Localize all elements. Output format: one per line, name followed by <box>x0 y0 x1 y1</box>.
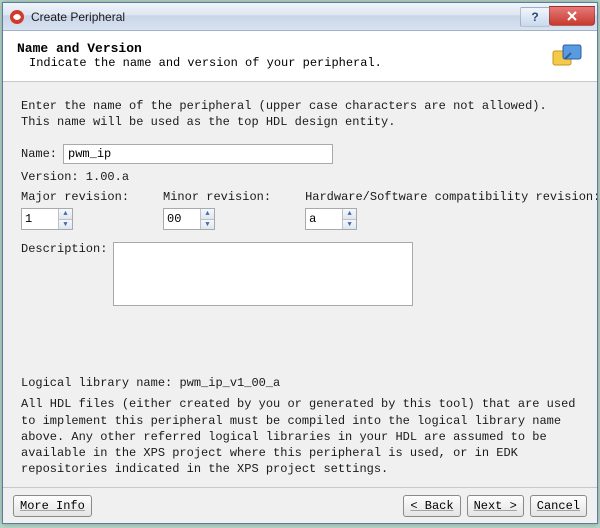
hwsw-input[interactable] <box>306 209 342 229</box>
library-name-label: Logical library name: <box>21 376 172 390</box>
close-button[interactable] <box>549 6 595 26</box>
wizard-icon <box>551 41 583 73</box>
hwsw-spinner[interactable]: ▲ ▼ <box>305 208 357 230</box>
help-button[interactable]: ? <box>520 7 550 27</box>
description-input[interactable] <box>113 242 413 306</box>
name-row: Name: <box>21 144 579 164</box>
minor-spinner[interactable]: ▲ ▼ <box>163 208 215 230</box>
library-name-value: pwm_ip_v1_00_a <box>179 376 280 390</box>
library-name-row: Logical library name: pwm_ip_v1_00_a <box>21 376 579 390</box>
button-bar: More Info < Back Next > Cancel <box>3 487 597 523</box>
description-label: Description: <box>21 242 107 256</box>
spinner-down-icon[interactable]: ▼ <box>201 220 214 230</box>
app-icon <box>9 9 25 25</box>
next-button[interactable]: Next > <box>467 495 524 517</box>
minor-input[interactable] <box>164 209 200 229</box>
title-bar: Create Peripheral ? <box>3 3 597 31</box>
version-text: Version: 1.00.a <box>21 170 579 184</box>
spinner-down-icon[interactable]: ▼ <box>343 220 356 230</box>
name-label: Name: <box>21 147 57 161</box>
major-input[interactable] <box>22 209 58 229</box>
wizard-header: Name and Version Indicate the name and v… <box>3 31 597 82</box>
revision-group: Major revision: ▲ ▼ Minor revision: ▲ ▼ <box>21 190 579 230</box>
library-description: All HDL files (either created by you or … <box>21 396 579 477</box>
spinner-up-icon[interactable]: ▲ <box>343 209 356 220</box>
major-spinner[interactable]: ▲ ▼ <box>21 208 73 230</box>
cancel-button[interactable]: Cancel <box>530 495 587 517</box>
name-input[interactable] <box>63 144 333 164</box>
intro-text: Enter the name of the peripheral (upper … <box>21 98 579 130</box>
window-title: Create Peripheral <box>31 10 521 24</box>
window-controls: ? <box>521 7 595 27</box>
spinner-up-icon[interactable]: ▲ <box>201 209 214 220</box>
minor-label: Minor revision: <box>163 190 271 204</box>
spinner-down-icon[interactable]: ▼ <box>59 220 72 230</box>
hwsw-label: Hardware/Software compatibility revision… <box>305 190 597 204</box>
back-button[interactable]: < Back <box>403 495 460 517</box>
major-label: Major revision: <box>21 190 129 204</box>
more-info-button[interactable]: More Info <box>13 495 92 517</box>
page-title: Name and Version <box>17 41 551 56</box>
dialog-window: Create Peripheral ? Name and Version Ind… <box>2 2 598 524</box>
page-subtitle: Indicate the name and version of your pe… <box>17 56 551 70</box>
description-row: Description: <box>21 242 579 306</box>
content-area: Enter the name of the peripheral (upper … <box>3 82 597 487</box>
spinner-up-icon[interactable]: ▲ <box>59 209 72 220</box>
